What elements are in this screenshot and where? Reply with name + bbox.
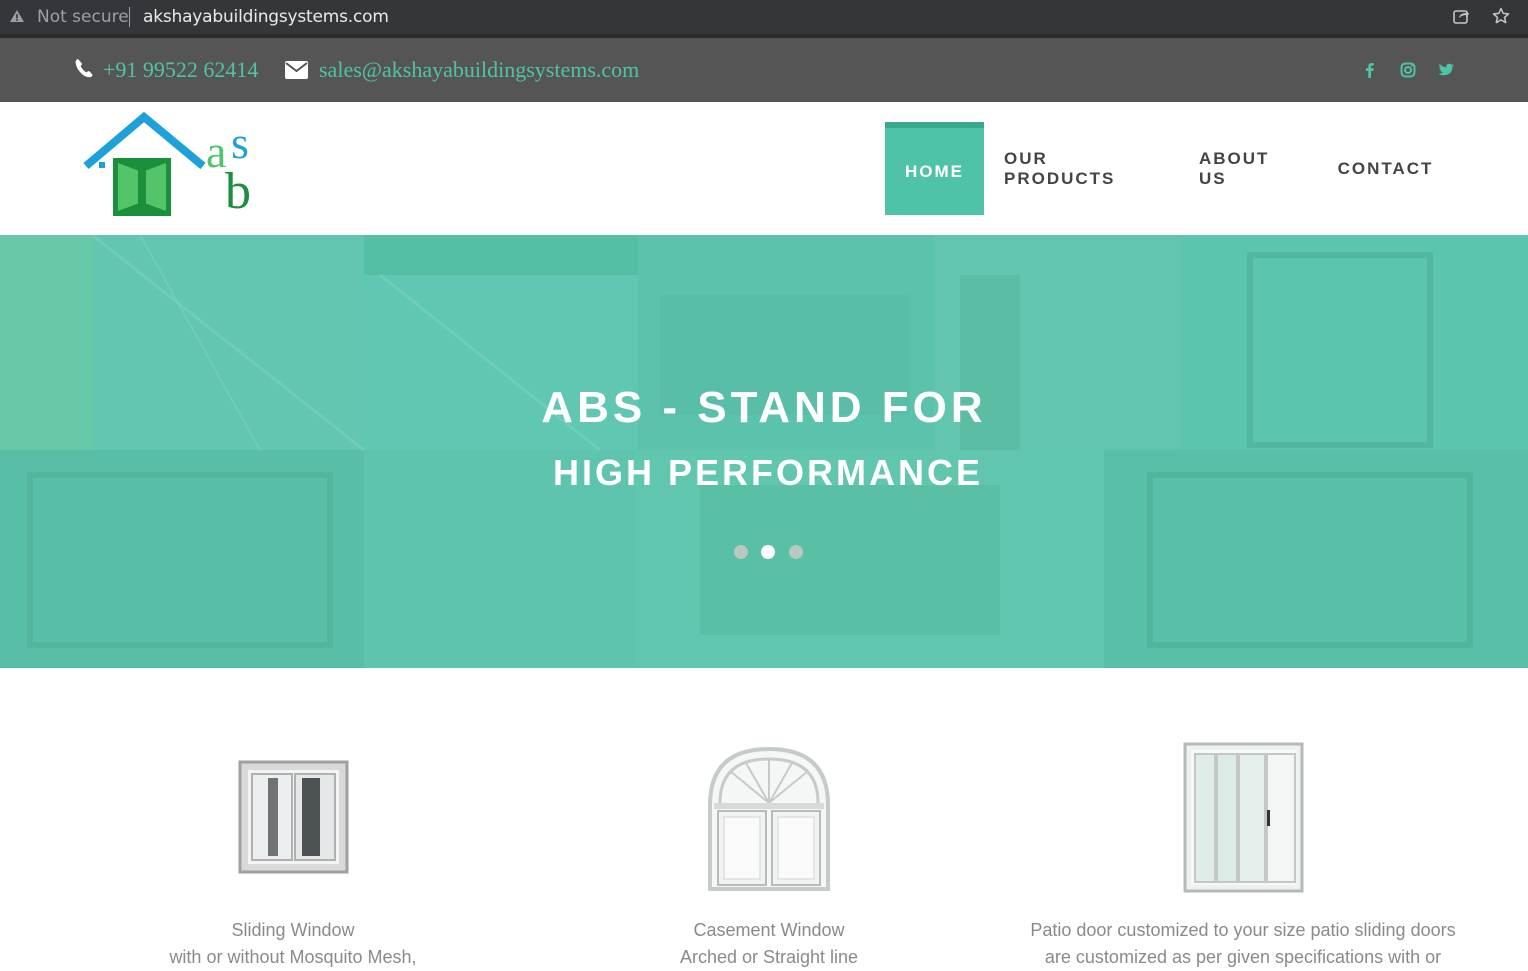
product-casement-window: Casement Window Arched or Straight line	[619, 917, 919, 971]
warning-icon	[10, 10, 24, 22]
email-link[interactable]: sales@akshayabuildingsystems.com	[319, 57, 639, 83]
top-info-bar: +91 99522 62414 sales@akshayabuildingsys…	[0, 38, 1528, 102]
nav-contact[interactable]: CONTACT	[1338, 122, 1432, 215]
phone-number[interactable]: +91 99522 62414	[103, 57, 258, 83]
product-description: Arched or Straight line	[679, 947, 859, 967]
casement-window-image[interactable]	[706, 745, 832, 893]
separator	[129, 7, 130, 27]
twitter-icon[interactable]	[1438, 62, 1454, 78]
phone-icon	[75, 59, 93, 78]
sliding-window-image[interactable]	[238, 760, 349, 876]
envelope-icon	[285, 61, 308, 79]
facebook-icon[interactable]	[1362, 62, 1378, 78]
product-title: Sliding Window	[231, 920, 355, 940]
browser-address-bar: Not secure akshayabuildingsystems.com	[0, 0, 1528, 34]
slider-dot-3[interactable]	[789, 545, 803, 559]
product-description: are customized as per given specificatio…	[1044, 947, 1442, 967]
product-description: with or without Mosquito Mesh,	[169, 947, 417, 967]
url-text[interactable]: akshayabuildingsystems.com	[143, 7, 389, 27]
share-icon[interactable]	[1452, 7, 1470, 25]
hero-subtitle: HIGH PERFORMANCE	[552, 452, 983, 493]
slider-dot-1[interactable]	[734, 545, 748, 559]
svg-text:b: b	[225, 163, 251, 220]
slider-dot-2[interactable]	[761, 545, 775, 559]
product-patio-door: Patio door customized to your size patio…	[1004, 917, 1482, 971]
security-label[interactable]: Not secure	[37, 7, 129, 27]
abs-logo[interactable]: a s b	[82, 112, 264, 220]
product-title: Patio door customized to your size patio…	[1030, 920, 1456, 940]
svg-text:a: a	[206, 126, 226, 177]
product-sliding-window: Sliding Window with or without Mosquito …	[143, 917, 443, 971]
hero-title: ABS - STAND FOR	[541, 383, 987, 432]
nav-about-us[interactable]: ABOUT US	[1199, 122, 1298, 215]
svg-text:s: s	[231, 117, 249, 168]
instagram-icon[interactable]	[1400, 62, 1416, 78]
nav-home[interactable]: HOME	[885, 122, 984, 215]
patio-door-image[interactable]	[1183, 742, 1304, 893]
bookmark-star-icon[interactable]	[1492, 7, 1510, 25]
product-title: Casement Window	[693, 920, 845, 940]
nav-our-products[interactable]: OUR PRODUCTS	[1004, 122, 1158, 215]
